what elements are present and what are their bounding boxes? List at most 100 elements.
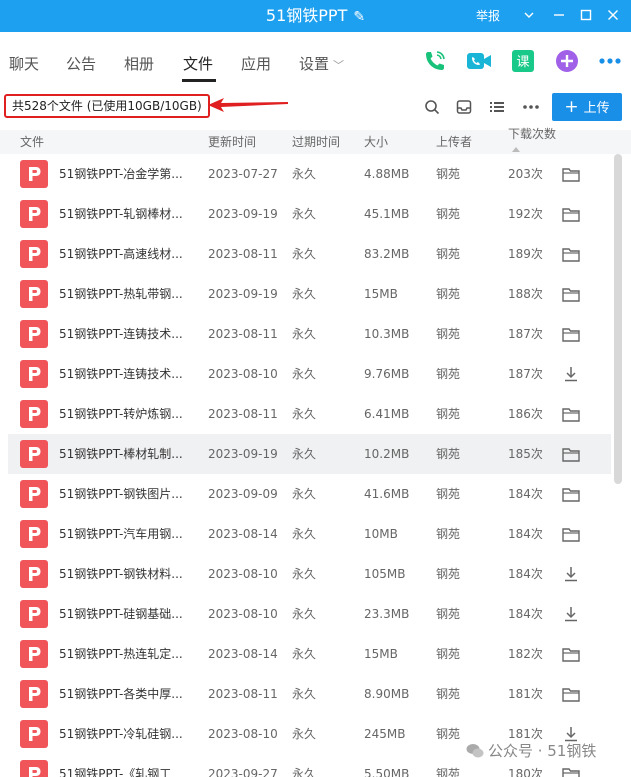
folder-icon[interactable]	[562, 525, 580, 543]
folder-icon[interactable]	[562, 765, 580, 777]
search-icon[interactable]	[423, 98, 441, 116]
table-row[interactable]: 51钢铁PPT-各类中厚... 2023-08-11 永久 8.90MB 钢苑 181次	[8, 674, 611, 714]
list-view-icon[interactable]	[488, 98, 506, 116]
header-file[interactable]: 文件	[20, 135, 44, 149]
table-row[interactable]: 51钢铁PPT-硅钢基础... 2023-08-10 永久 23.3MB 钢苑 184次	[8, 594, 611, 634]
watermark-text: 公众号 · 51钢铁	[488, 742, 597, 760]
phone-call-icon[interactable]	[422, 48, 448, 74]
table-row[interactable]: 51钢铁PPT-棒材轧制... 2023-09-19 永久 10.2MB 钢苑 185次	[8, 434, 611, 474]
file-name[interactable]: 51钢铁PPT-汽车用钢...	[59, 527, 189, 541]
tab-announcement[interactable]: 公告	[66, 54, 96, 74]
table-row[interactable]: 51钢铁PPT-连铸技术... 2023-08-10 永久 9.76MB 钢苑 187次	[8, 354, 611, 394]
header-uploader[interactable]: 上传者	[436, 135, 472, 149]
more-apps-icon[interactable]	[597, 48, 623, 74]
ppt-file-icon	[20, 640, 48, 668]
svg-text:课: 课	[516, 55, 529, 70]
table-row[interactable]: 51钢铁PPT-冶金学第... 2023-07-27 永久 4.88MB 钢苑 203次	[8, 154, 611, 194]
file-name[interactable]: 51钢铁PPT-转炉炼钢...	[59, 407, 189, 421]
file-size: 83.2MB	[364, 247, 410, 261]
table-row[interactable]: 51钢铁PPT-钢铁图片... 2023-09-09 永久 41.6MB 钢苑 184次	[8, 474, 611, 514]
header-size[interactable]: 大小	[364, 135, 388, 149]
upload-label: 上传	[583, 101, 610, 116]
folder-icon[interactable]	[562, 205, 580, 223]
video-call-icon[interactable]	[466, 48, 492, 74]
file-size: 10MB	[364, 527, 398, 541]
updated-date: 2023-08-10	[208, 607, 278, 621]
expiry: 永久	[292, 327, 317, 341]
expiry: 永久	[292, 207, 317, 221]
add-app-icon[interactable]	[554, 48, 580, 74]
file-name[interactable]: 51钢铁PPT-冷轧硅钢...	[59, 727, 189, 741]
table-row[interactable]: 51钢铁PPT-热连轧定... 2023-08-14 永久 15MB 钢苑 182次	[8, 634, 611, 674]
folder-icon[interactable]	[562, 245, 580, 263]
download-icon[interactable]	[562, 565, 580, 583]
file-name[interactable]: 51钢铁PPT-连铸技术...	[59, 367, 189, 381]
folder-icon[interactable]	[562, 685, 580, 703]
inbox-icon[interactable]	[455, 98, 473, 116]
table-row[interactable]: 51钢铁PPT-汽车用钢... 2023-08-14 永久 10MB 钢苑 184次	[8, 514, 611, 554]
file-name[interactable]: 51钢铁PPT-棒材轧制...	[59, 447, 189, 461]
file-name[interactable]: 51钢铁PPT-热轧带钢...	[59, 287, 189, 301]
download-icon[interactable]	[562, 605, 580, 623]
tab-apps[interactable]: 应用	[241, 54, 271, 74]
file-size: 10.3MB	[364, 327, 410, 341]
header-updated[interactable]: 更新时间	[208, 135, 256, 149]
tab-files[interactable]: 文件	[183, 54, 213, 74]
minimize-icon[interactable]	[550, 6, 568, 24]
table-row[interactable]: 51钢铁PPT-轧钢棒材... 2023-09-19 永久 45.1MB 钢苑 192次	[8, 194, 611, 234]
folder-icon[interactable]	[562, 285, 580, 303]
folder-icon[interactable]	[562, 325, 580, 343]
file-name[interactable]: 51钢铁PPT-各类中厚...	[59, 687, 189, 701]
table-row[interactable]: 51钢铁PPT-连铸技术... 2023-08-11 永久 10.3MB 钢苑 187次	[8, 314, 611, 354]
folder-icon[interactable]	[562, 485, 580, 503]
table-row[interactable]: 51钢铁PPT-高速线材... 2023-08-11 永久 83.2MB 钢苑 189次	[8, 234, 611, 274]
report-link[interactable]: 举报	[476, 8, 500, 24]
folder-icon[interactable]	[562, 645, 580, 663]
uploader: 钢苑	[436, 207, 461, 221]
download-icon[interactable]	[562, 365, 580, 383]
file-count-summary: 共528个文件 (已使用10GB/10GB)	[4, 94, 210, 118]
ppt-file-icon	[20, 360, 48, 388]
download-count: 189次	[508, 247, 543, 261]
updated-date: 2023-08-10	[208, 367, 278, 381]
header-downloads[interactable]: 下载次数	[508, 127, 556, 141]
upload-button[interactable]: + 上传	[552, 93, 622, 121]
file-list: 51钢铁PPT-冶金学第... 2023-07-27 永久 4.88MB 钢苑 203次 5…	[8, 154, 611, 777]
download-count: 184次	[508, 527, 543, 541]
tab-chat[interactable]: 聊天	[9, 54, 39, 74]
file-size: 23.3MB	[364, 607, 410, 621]
file-name[interactable]: 51钢铁PPT-钢铁图片...	[59, 487, 189, 501]
download-count: 185次	[508, 447, 543, 461]
table-row[interactable]: 51钢铁PPT-热轧带钢... 2023-09-19 永久 15MB 钢苑 188次	[8, 274, 611, 314]
tab-settings[interactable]: 设置 ﹀	[299, 54, 344, 76]
uploader: 钢苑	[436, 167, 461, 181]
file-name[interactable]: 51钢铁PPT-热连轧定...	[59, 647, 189, 661]
file-name[interactable]: 51钢铁PPT-《轧钢工	[59, 767, 189, 777]
close-icon[interactable]	[604, 6, 622, 24]
maximize-icon[interactable]	[577, 6, 595, 24]
table-row[interactable]: 51钢铁PPT-钢铁材料... 2023-08-10 永久 105MB 钢苑 184次	[8, 554, 611, 594]
header-expiry[interactable]: 过期时间	[292, 135, 340, 149]
file-size: 8.90MB	[364, 687, 410, 701]
file-name[interactable]: 51钢铁PPT-轧钢棒材...	[59, 207, 189, 221]
table-row[interactable]: 51钢铁PPT-转炉炼钢... 2023-08-11 永久 6.41MB 钢苑 186次	[8, 394, 611, 434]
scrollbar[interactable]	[613, 154, 623, 777]
tab-album[interactable]: 相册	[124, 54, 154, 74]
more-options-icon[interactable]	[522, 98, 540, 116]
folder-icon[interactable]	[562, 445, 580, 463]
folder-icon[interactable]	[562, 165, 580, 183]
scrollbar-thumb[interactable]	[614, 154, 622, 484]
file-name[interactable]: 51钢铁PPT-冶金学第...	[59, 167, 189, 181]
file-name[interactable]: 51钢铁PPT-硅钢基础...	[59, 607, 189, 621]
file-name[interactable]: 51钢铁PPT-连铸技术...	[59, 327, 189, 341]
course-icon[interactable]: 课	[510, 48, 536, 74]
file-name[interactable]: 51钢铁PPT-钢铁材料...	[59, 567, 189, 581]
download-count: 203次	[508, 167, 543, 181]
folder-icon[interactable]	[562, 405, 580, 423]
chevron-down-icon[interactable]	[520, 6, 538, 24]
edit-icon[interactable]: ✎	[353, 7, 365, 27]
expiry: 永久	[292, 247, 317, 261]
expiry: 永久	[292, 447, 317, 461]
download-count: 186次	[508, 407, 543, 421]
file-name[interactable]: 51钢铁PPT-高速线材...	[59, 247, 189, 261]
